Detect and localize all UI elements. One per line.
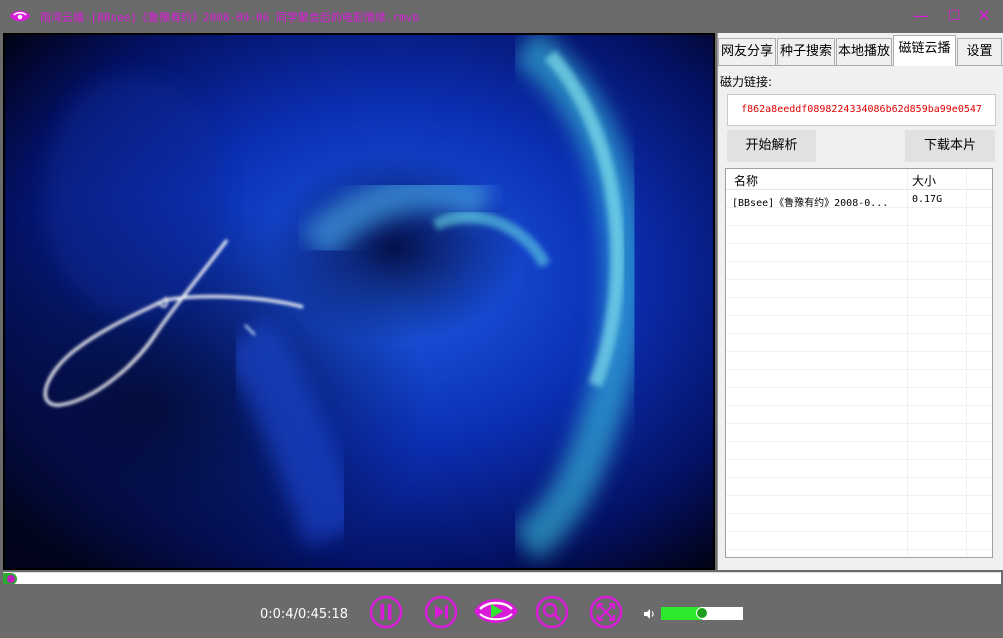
- table-row: [726, 497, 992, 514]
- table-row: [726, 443, 992, 460]
- seek-bar[interactable]: [3, 572, 1001, 585]
- volume-slider-handle[interactable]: [696, 607, 708, 619]
- table-row: [726, 461, 992, 478]
- close-button[interactable]: ✕: [973, 5, 995, 27]
- table-row: [726, 209, 992, 226]
- video-area[interactable]: [3, 33, 715, 570]
- magnet-link-label: 磁力链接:: [720, 75, 773, 89]
- side-panel: 网友分享 种子搜索 本地播放 磁链云播 设置 磁力链接: f862a8eeddf…: [717, 33, 1003, 570]
- tab-friend-share[interactable]: 网友分享: [718, 38, 776, 66]
- table-row: [726, 407, 992, 424]
- table-row: [726, 335, 992, 352]
- table-row: [726, 227, 992, 244]
- file-size-cell: 0.17G: [912, 194, 943, 205]
- tab-local-play[interactable]: 本地播放: [836, 38, 892, 66]
- column-name[interactable]: 名称: [734, 172, 758, 189]
- window-title: 雨湾云播-[BBsee]《鲁豫有约》2008-09-06 同学聚会后的电影情缘.…: [40, 11, 419, 24]
- table-row: [726, 281, 992, 298]
- volume-icon[interactable]: [643, 607, 657, 621]
- file-list[interactable]: 名称 大小 [BBsee]《鲁豫有约》2008-0... 0.17G: [725, 168, 993, 558]
- table-row: [726, 479, 992, 496]
- tab-magnet-stream[interactable]: 磁链云播: [893, 35, 956, 66]
- table-row: [726, 371, 992, 388]
- table-row: [726, 299, 992, 316]
- next-icon[interactable]: [424, 595, 458, 629]
- magnet-link-input[interactable]: f862a8eeddf0898224334086b62d859ba99e0547: [727, 94, 996, 126]
- download-button[interactable]: 下载本片: [905, 130, 995, 162]
- control-bar: 0:0:4/0:45:18: [0, 584, 1003, 638]
- app-logo-icon: [10, 10, 30, 22]
- playback-time: 0:0:4/0:45:18: [260, 607, 349, 622]
- title-bar: 雨湾云播-[BBsee]《鲁豫有约》2008-09-06 同学聚会后的电影情缘.…: [0, 0, 1003, 33]
- table-row[interactable]: [BBsee]《鲁豫有约》2008-0... 0.17G: [726, 191, 992, 209]
- minimize-button[interactable]: —: [910, 5, 932, 27]
- volume-slider[interactable]: [661, 607, 743, 620]
- tab-torrent-search[interactable]: 种子搜索: [777, 38, 835, 66]
- video-frame: [5, 35, 713, 568]
- maximize-button[interactable]: ☐: [943, 5, 965, 27]
- file-name-cell: [BBsee]《鲁豫有约》2008-0...: [732, 198, 889, 209]
- file-list-header: 名称 大小: [726, 169, 992, 190]
- parse-button[interactable]: 开始解析: [727, 130, 816, 162]
- table-row: [726, 425, 992, 442]
- table-row: [726, 515, 992, 532]
- table-row: [726, 263, 992, 280]
- table-row: [726, 389, 992, 406]
- tab-settings[interactable]: 设置: [957, 38, 1002, 66]
- fullscreen-icon[interactable]: [589, 595, 623, 629]
- search-icon[interactable]: [535, 595, 569, 629]
- column-size[interactable]: 大小: [912, 172, 936, 189]
- pause-icon[interactable]: [369, 595, 403, 629]
- logo-play-icon[interactable]: [472, 593, 520, 629]
- table-row: [726, 245, 992, 262]
- tab-divider: [718, 65, 1003, 66]
- table-row: [726, 353, 992, 370]
- table-row: [726, 533, 992, 550]
- tab-bar: 网友分享 种子搜索 本地播放 磁链云播 设置: [718, 35, 1003, 66]
- table-row: [726, 317, 992, 334]
